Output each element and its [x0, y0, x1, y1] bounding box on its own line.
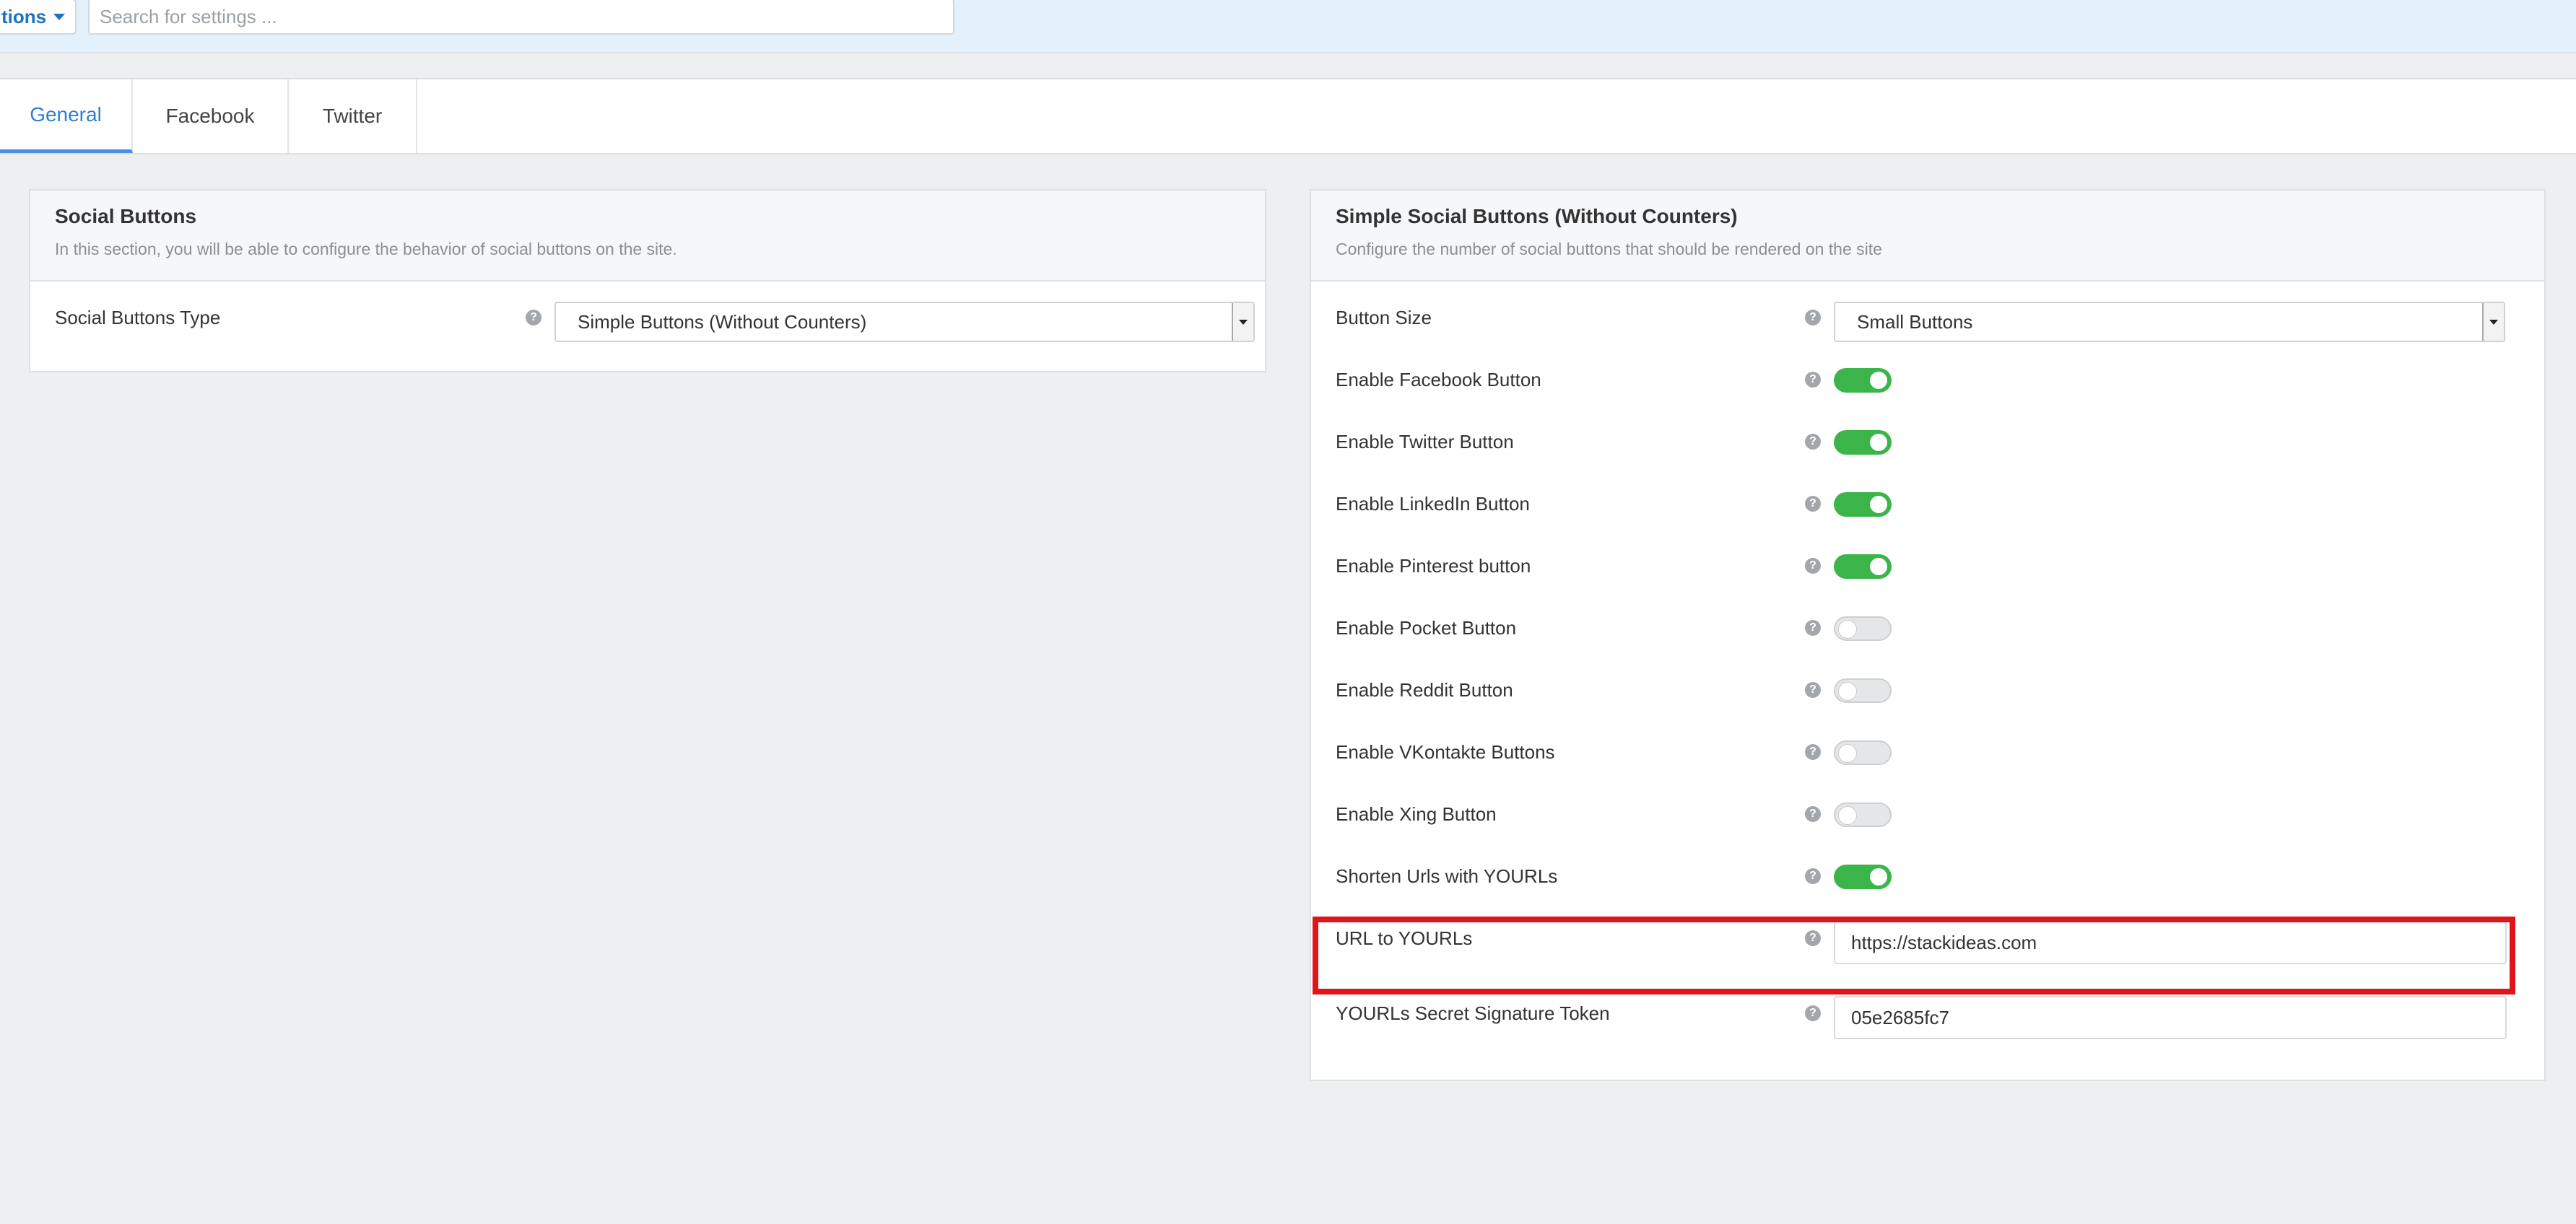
- setting-label: Social Buttons Type: [55, 307, 221, 328]
- setting-row-facebook: Enable Facebook Button ?: [1311, 367, 2544, 424]
- select-value: Small Buttons: [1857, 310, 1973, 333]
- panel-title: Simple Social Buttons (Without Counters): [1336, 205, 1738, 227]
- setting-label: Enable Xing Button: [1336, 803, 1497, 825]
- setting-label: Enable Facebook Button: [1336, 369, 1541, 390]
- panel-title: Social Buttons: [55, 205, 197, 227]
- setting-row-reddit: Enable Reddit Button ?: [1311, 677, 2544, 735]
- reddit-toggle[interactable]: [1834, 678, 1892, 703]
- tab-facebook-label: Facebook: [165, 105, 255, 127]
- tab-twitter-label: Twitter: [322, 105, 383, 127]
- tab-bar: General Facebook Twitter: [0, 78, 2576, 154]
- highlight-box: [1313, 917, 2515, 994]
- twitter-toggle[interactable]: [1834, 430, 1892, 455]
- help-icon[interactable]: ?: [526, 310, 541, 325]
- panel-header: Social Buttons In this section, you will…: [30, 191, 1265, 281]
- help-icon[interactable]: ?: [1805, 558, 1821, 574]
- facebook-toggle[interactable]: [1834, 368, 1892, 393]
- setting-row-twitter: Enable Twitter Button ?: [1311, 429, 2544, 486]
- panel-description: In this section, you will be able to con…: [55, 240, 677, 258]
- setting-label: Enable Pocket Button: [1336, 617, 1517, 639]
- yourls-token-input[interactable]: [1834, 996, 2507, 1039]
- help-icon[interactable]: ?: [1805, 372, 1821, 388]
- tab-facebook[interactable]: Facebook: [133, 79, 289, 153]
- chevron-down-icon: [53, 13, 66, 20]
- setting-row-social-buttons-type: Social Buttons Type ? Simple Buttons (Wi…: [30, 302, 1265, 362]
- panel-header: Simple Social Buttons (Without Counters)…: [1311, 191, 2544, 281]
- settings-search-input[interactable]: [88, 0, 954, 35]
- help-icon[interactable]: ?: [1805, 868, 1821, 884]
- social-buttons-type-select[interactable]: Simple Buttons (Without Counters): [554, 302, 1255, 342]
- select-value: Simple Buttons (Without Counters): [578, 310, 867, 333]
- tab-twitter[interactable]: Twitter: [289, 79, 417, 153]
- setting-label: Enable VKontakte Buttons: [1336, 741, 1555, 763]
- setting-label: Enable Pinterest button: [1336, 555, 1531, 577]
- setting-row-pocket: Enable Pocket Button ?: [1311, 615, 2544, 673]
- setting-row-pinterest: Enable Pinterest button ?: [1311, 553, 2544, 611]
- xing-toggle[interactable]: [1834, 803, 1892, 827]
- help-icon[interactable]: ?: [1805, 434, 1821, 450]
- setting-label: Shorten Urls with YOURLs: [1336, 865, 1558, 887]
- button-size-select[interactable]: Small Buttons: [1834, 302, 2505, 342]
- setting-row-shorten-urls: Shorten Urls with YOURLs ?: [1311, 863, 2544, 921]
- panel-description: Configure the number of social buttons t…: [1336, 240, 1882, 258]
- setting-row-xing: Enable Xing Button ?: [1311, 801, 2544, 859]
- setting-label: Enable Reddit Button: [1336, 679, 1513, 701]
- help-icon[interactable]: ?: [1805, 806, 1821, 822]
- tab-general-label: General: [30, 102, 102, 126]
- help-icon[interactable]: ?: [1805, 744, 1821, 760]
- setting-row-yourls-token: YOURLs Secret Signature Token ?: [1311, 996, 2544, 1058]
- tab-general[interactable]: General: [0, 79, 133, 153]
- pocket-toggle[interactable]: [1834, 616, 1892, 641]
- setting-row-button-size: Button Size ? Small Buttons: [1311, 302, 2544, 362]
- chevron-down-icon: [1232, 303, 1253, 341]
- setting-label: Enable LinkedIn Button: [1336, 493, 1530, 515]
- setting-row-linkedin: Enable LinkedIn Button ?: [1311, 491, 2544, 548]
- chevron-down-icon: [2482, 303, 2504, 341]
- options-label: tions: [1, 5, 47, 27]
- pinterest-toggle[interactable]: [1834, 554, 1892, 579]
- shorten-urls-toggle[interactable]: [1834, 865, 1892, 889]
- social-buttons-panel: Social Buttons In this section, you will…: [29, 189, 1266, 372]
- linkedin-toggle[interactable]: [1834, 492, 1892, 517]
- setting-row-vkontakte: Enable VKontakte Buttons ?: [1311, 739, 2544, 797]
- setting-label: Button Size: [1336, 307, 1432, 328]
- help-icon[interactable]: ?: [1805, 1005, 1821, 1021]
- vkontakte-toggle[interactable]: [1834, 740, 1892, 765]
- help-icon[interactable]: ?: [1805, 682, 1821, 698]
- setting-label: YOURLs Secret Signature Token: [1336, 1002, 1610, 1024]
- help-icon[interactable]: ?: [1805, 310, 1821, 325]
- help-icon[interactable]: ?: [1805, 620, 1821, 636]
- help-icon[interactable]: ?: [1805, 496, 1821, 512]
- setting-label: Enable Twitter Button: [1336, 431, 1514, 453]
- top-bar: tions: [0, 0, 2576, 53]
- options-dropdown-button[interactable]: tions: [0, 0, 77, 35]
